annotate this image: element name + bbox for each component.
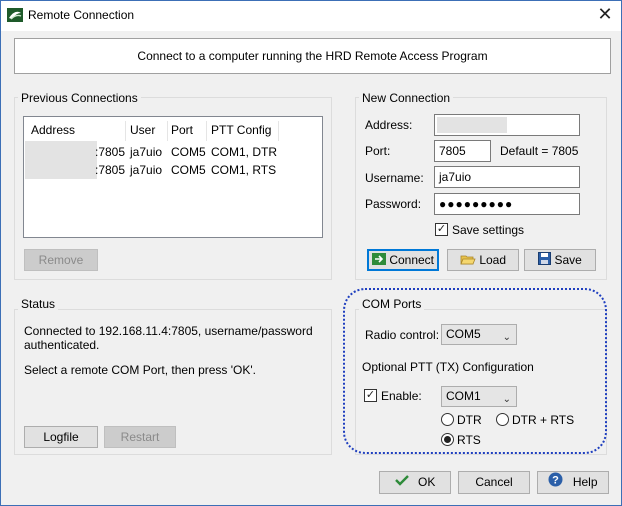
column-separator	[167, 121, 168, 141]
help-button[interactable]: ? Help	[537, 471, 609, 494]
password-field[interactable]: ●●●●●●●●●	[434, 193, 580, 215]
logfile-button[interactable]: Logfile	[24, 426, 98, 448]
port-label: Port:	[365, 144, 391, 158]
window-title: Remote Connection	[28, 8, 135, 22]
close-icon[interactable]: ✕	[593, 3, 617, 27]
previous-connections-list[interactable]: Address User Port PTT Config :7805 ja7ui…	[23, 116, 323, 238]
status-line-3: Select a remote COM Port, then press 'OK…	[24, 363, 257, 377]
cell-port: COM5	[171, 145, 206, 159]
cell-address: :7805	[95, 145, 126, 159]
connect-label: Connect	[389, 253, 435, 267]
hrd-logo-icon	[7, 8, 23, 22]
status-label: Status	[18, 297, 59, 311]
column-header-address[interactable]: Address	[31, 123, 75, 137]
column-header-ptt-config[interactable]: PTT Config	[211, 123, 271, 137]
table-row[interactable]: :7805 ja7uio COM5 COM1, RTS	[24, 163, 322, 179]
ok-label: OK	[418, 475, 436, 489]
column-header-port[interactable]: Port	[171, 123, 193, 137]
cell-user: ja7uio	[130, 163, 163, 177]
connect-button[interactable]: Connect	[367, 249, 439, 271]
checkmark-icon	[394, 472, 409, 493]
cell-ptt: COM1, RTS	[211, 163, 277, 177]
password-label: Password:	[365, 197, 422, 211]
info-banner: Connect to a computer running the HRD Re…	[14, 38, 611, 74]
floppy-disk-icon	[538, 251, 552, 271]
redacted-address-value	[437, 117, 507, 133]
address-label: Address:	[365, 118, 413, 132]
save-settings-checkbox[interactable]: ✓	[435, 223, 448, 236]
cell-ptt: COM1, DTR	[211, 145, 277, 159]
status-line-1: Connected to 192.168.11.4:7805, username…	[24, 324, 313, 338]
save-button[interactable]: Save	[524, 249, 596, 271]
cancel-button[interactable]: Cancel	[458, 471, 530, 494]
column-separator	[278, 121, 279, 141]
status-line-2: authenticated.	[24, 338, 100, 352]
save-label: Save	[554, 253, 582, 267]
column-separator	[125, 121, 126, 141]
svg-text:?: ?	[553, 475, 560, 487]
username-field[interactable]: ja7uio	[434, 166, 580, 188]
previous-connections-label: Previous Connections	[18, 91, 141, 105]
ok-button[interactable]: OK	[379, 471, 451, 494]
open-folder-icon	[460, 251, 476, 271]
restart-button[interactable]: Restart	[104, 426, 176, 448]
username-label: Username:	[365, 171, 424, 185]
remove-button[interactable]: Remove	[24, 249, 98, 271]
port-field[interactable]: 7805	[434, 140, 491, 162]
new-connection-label: New Connection	[359, 91, 454, 105]
help-icon: ?	[548, 472, 563, 494]
cell-user: ja7uio	[130, 145, 163, 159]
table-row[interactable]: :7805 ja7uio COM5 COM1, DTR	[24, 145, 322, 161]
cell-address: :7805	[95, 163, 126, 177]
highlight-annotation	[343, 288, 607, 454]
column-header-user[interactable]: User	[130, 123, 155, 137]
column-separator	[206, 121, 207, 141]
save-settings-label: Save settings	[452, 223, 525, 237]
cell-port: COM5	[171, 163, 206, 177]
help-label: Help	[572, 475, 598, 490]
port-default-text: Default = 7805	[500, 144, 579, 158]
load-label: Load	[479, 253, 507, 267]
load-button[interactable]: Load	[447, 249, 519, 271]
green-arrow-icon	[371, 252, 386, 270]
